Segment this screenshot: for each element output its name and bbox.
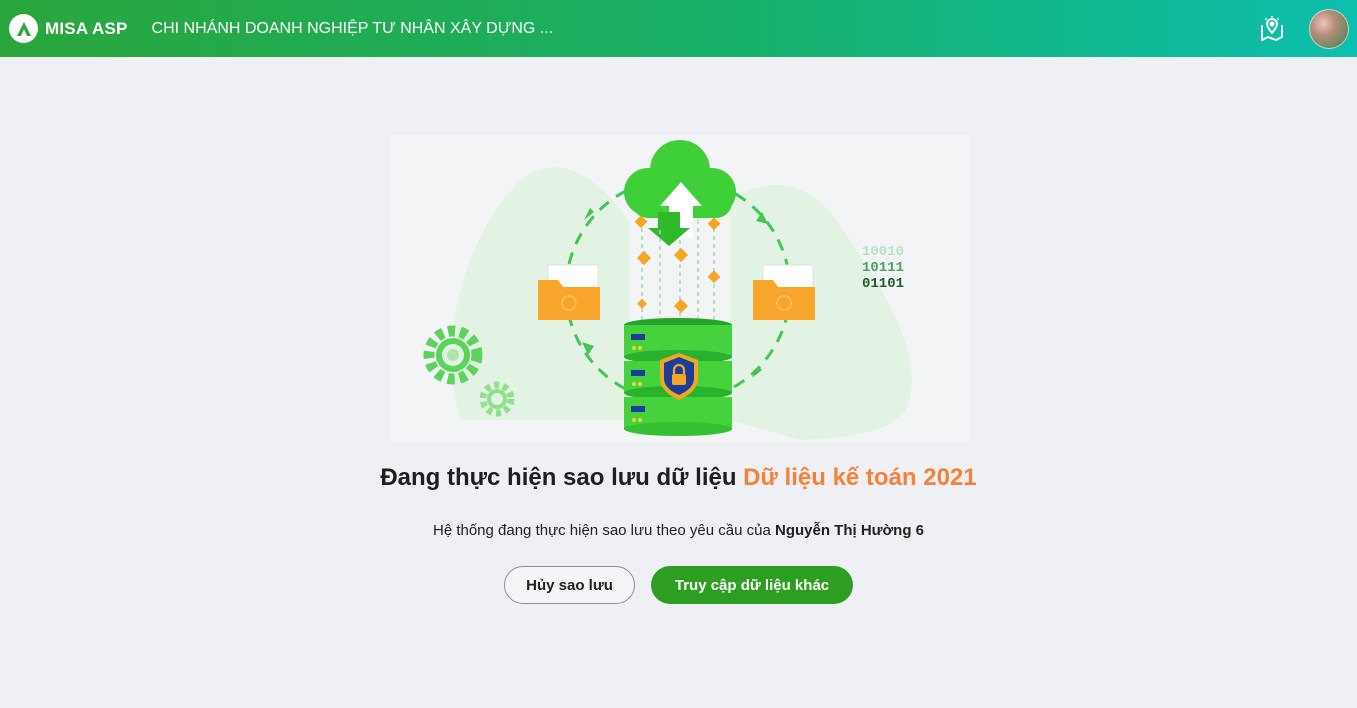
svg-text:10111: 10111 <box>862 260 904 276</box>
user-avatar[interactable] <box>1309 9 1349 49</box>
status-message: Hệ thống đang thực hiện sao lưu theo yêu… <box>0 522 1357 539</box>
misa-logo-icon <box>9 14 38 43</box>
brand-name: MISA ASP <box>45 18 128 38</box>
title-prefix: Đang thực hiện sao lưu dữ liệu <box>380 464 737 491</box>
svg-text:01101: 01101 <box>862 276 904 292</box>
action-buttons: Hủy sao lưu Truy cập dữ liệu khác <box>0 566 1357 604</box>
status-text: Hệ thống đang thực hiện sao lưu theo yêu… <box>432 522 771 539</box>
cancel-backup-button[interactable]: Hủy sao lưu <box>504 566 635 604</box>
page-title: Đang thực hiện sao lưu dữ liệu Dữ liệu k… <box>0 464 1357 492</box>
backup-illustration: 10010 10111 01101 <box>380 120 980 445</box>
brand-logo[interactable]: MISA ASP <box>9 14 128 43</box>
top-bar: MISA ASP CHI NHÁNH DOANH NGHIỆP TƯ NHÂN … <box>0 0 1357 57</box>
access-other-data-button[interactable]: Truy cập dữ liệu khác <box>651 566 853 604</box>
company-name[interactable]: CHI NHÁNH DOANH NGHIỆP TƯ NHÂN XÂY DỰNG … <box>152 20 554 38</box>
svg-text:10010: 10010 <box>862 244 904 260</box>
map-pin-icon[interactable] <box>1257 14 1287 44</box>
data-name-highlight: Dữ liệu kế toán 2021 <box>743 464 977 491</box>
requester-name: Nguyễn Thị Hường 6 <box>774 522 925 539</box>
